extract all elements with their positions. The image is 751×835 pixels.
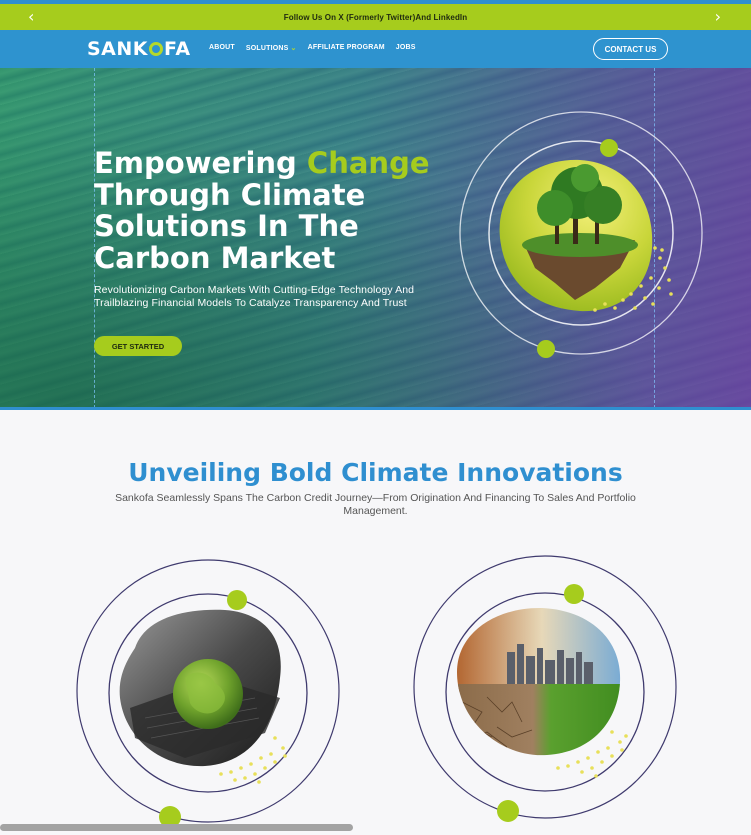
nav-item-solutions[interactable]: SOLUTIONS ⌄ [246,44,297,52]
promo-bar: ‹ Follow Us On X (Formerly Twitter)And L… [0,4,751,30]
nav-item-solutions-label: SOLUTIONS [245,45,289,52]
logo-o-icon [149,42,164,56]
nav-item-about[interactable]: ABOUT [209,44,235,52]
chevron-right-icon[interactable]: › [715,7,721,26]
hero-title-start: Empowering [94,146,307,180]
hero-tree-illustration [459,111,703,358]
hero-section: Empowering Change Through Climate Soluti… [0,68,751,408]
logo-text-start: SANK [87,38,149,60]
hero-bottom-border [0,407,751,410]
nav-item-jobs[interactable]: JOBS [396,44,416,52]
hero-subtitle: Revolutionizing Carbon Markets With Cutt… [94,284,415,309]
chevron-down-icon: ⌄ [290,45,297,52]
logo[interactable]: SANK FA [87,38,191,60]
city-drought-illustration [413,555,677,822]
logo-text-end: FA [164,38,191,60]
hero-title-accent: Change [306,146,430,180]
promo-text[interactable]: Follow Us On X (Formerly Twitter)And Lin… [284,13,467,22]
contact-us-button[interactable]: CONTACT US [593,38,668,60]
chevron-left-icon[interactable]: ‹ [28,7,34,26]
earth-laptop-illustration [76,559,340,828]
horizontal-scrollbar[interactable] [0,824,353,831]
hero-title: Empowering Change Through Climate Soluti… [94,146,434,275]
section-title: Unveiling Bold Climate Innovations [128,458,623,487]
nav-item-affiliate-program[interactable]: AFFILIATE PROGRAM [308,44,385,52]
nav-links: ABOUT SOLUTIONS ⌄ AFFILIATE PROGRAM JOBS [209,44,416,52]
get-started-button[interactable]: GET STARTED [94,336,182,356]
hero-title-end: Through Climate Solutions In The Carbon … [94,177,366,275]
navbar: SANK FA ABOUT SOLUTIONS ⌄ AFFILIATE PROGRA… [0,30,751,68]
section-subtitle: Sankofa Seamlessly Spans The Carbon Cred… [115,492,636,517]
